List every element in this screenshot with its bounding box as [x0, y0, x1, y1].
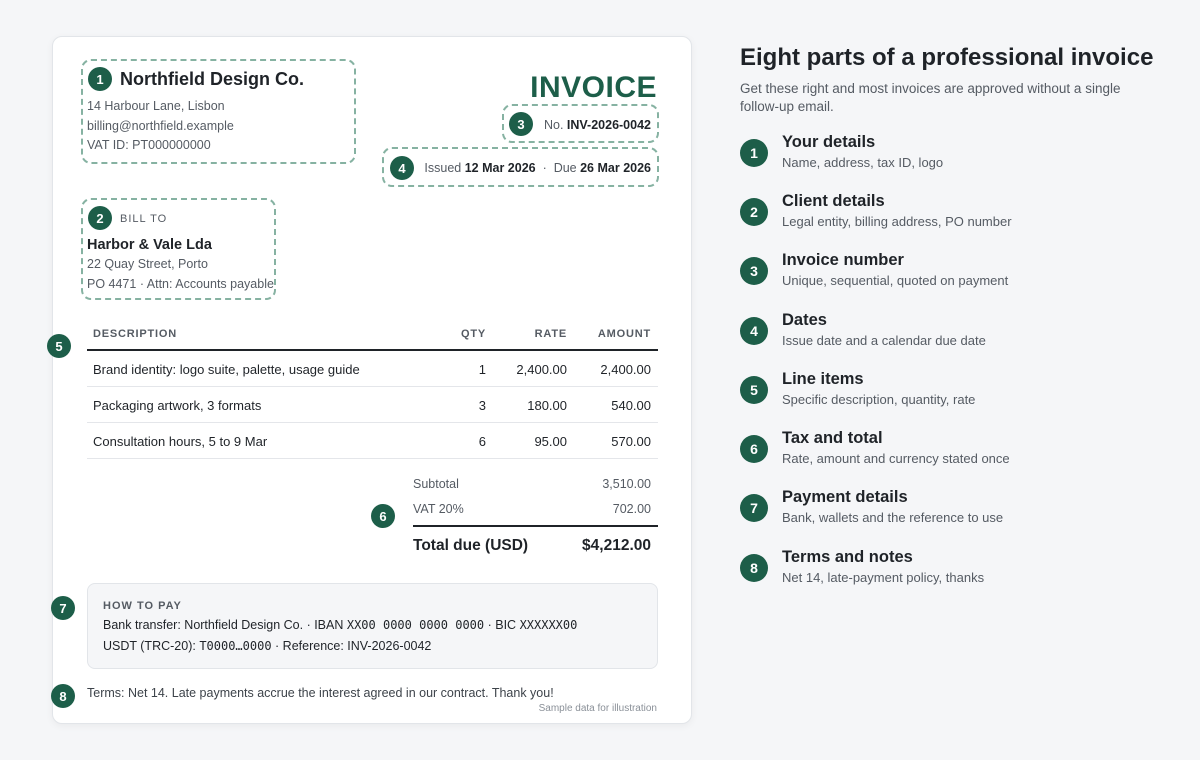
row-1-rate: 2,400.00 — [516, 362, 567, 377]
row-divider — [87, 386, 658, 387]
guide-item-desc: Issue date and a calendar due date — [782, 333, 986, 348]
guide-subtitle: Get these right and most invoices are ap… — [740, 81, 1121, 114]
sample-data-note: Sample data for illustration — [538, 703, 657, 714]
client-po: PO 4471 · Attn: Accounts payable — [87, 277, 274, 291]
callout-badge-6: 6 — [371, 504, 395, 528]
row-2-qty: 3 — [478, 398, 486, 413]
row-2-amount: 540.00 — [611, 398, 651, 413]
guide-badge: 7 — [740, 494, 768, 522]
col-header-qty: QTY — [460, 328, 486, 340]
guide-badge: 2 — [740, 198, 768, 226]
vat-label: VAT 20% — [413, 502, 464, 516]
col-header-amount: AMOUNT — [597, 328, 651, 340]
guide-item-title: Line items — [782, 370, 864, 388]
row-1-amount: 2,400.00 — [600, 362, 651, 377]
total-rule — [413, 525, 658, 527]
row-3-qty: 6 — [478, 434, 486, 449]
guide-badge: 4 — [740, 317, 768, 345]
row-2-rate: 180.00 — [527, 398, 567, 413]
guide-item-payment-details: 7 Payment details Bank, wallets and the … — [740, 488, 1160, 542]
invoice-number: No. INV-2026-0042 — [543, 118, 651, 132]
seller-address: 14 Harbour Lane, Lisbon — [87, 99, 225, 113]
invoice-title: INVOICE — [530, 71, 657, 104]
invoice-dates: Issued 12 Mar 2026 · Due 26 Mar 2026 — [424, 161, 651, 175]
row-3-amount: 570.00 — [611, 434, 651, 449]
row-divider — [87, 422, 658, 423]
row-1-description: Brand identity: logo suite, palette, usa… — [93, 362, 360, 377]
bank-transfer-line: Bank transfer: Northfield Design Co. · I… — [103, 618, 578, 632]
guide-item-title: Terms and notes — [782, 548, 913, 566]
seller-vat-id: VAT ID: PT000000000 — [87, 138, 211, 152]
client-name: Harbor & Vale Lda — [87, 237, 212, 253]
guide-badge: 8 — [740, 554, 768, 582]
seller-email: billing@northfield.example — [87, 119, 234, 133]
guide-item-title: Client details — [782, 192, 885, 210]
guide-item-your-details: 1 Your details Name, address, tax ID, lo… — [740, 133, 1160, 187]
col-header-description: DESCRIPTION — [93, 328, 177, 340]
seller-name: Northfield Design Co. — [120, 69, 304, 89]
callout-badge-7: 7 — [51, 596, 75, 620]
row-divider — [87, 458, 658, 459]
client-address: 22 Quay Street, Porto — [87, 257, 208, 271]
bill-to-label: BILL TO — [120, 213, 168, 225]
vat-value: 702.00 — [612, 502, 651, 516]
callout-badge-8: 8 — [51, 684, 75, 708]
guide-item-tax-and-total: 6 Tax and total Rate, amount and currenc… — [740, 429, 1160, 483]
table-header-rule — [87, 349, 658, 351]
guide-item-desc: Legal entity, billing address, PO number — [782, 214, 1012, 229]
callout-badge-3: 3 — [509, 112, 533, 136]
row-3-rate: 95.00 — [534, 434, 567, 449]
subtotal-value: 3,510.00 — [602, 477, 651, 491]
guide-item-invoice-number: 3 Invoice number Unique, sequential, quo… — [740, 251, 1160, 305]
total-value: $4,212.00 — [582, 537, 651, 554]
row-2-description: Packaging artwork, 3 formats — [93, 398, 262, 413]
guide-item-desc: Unique, sequential, quoted on payment — [782, 273, 1009, 288]
row-3-description: Consultation hours, 5 to 9 Mar — [93, 434, 268, 449]
guide-badge: 6 — [740, 435, 768, 463]
guide-title: Eight parts of a professional invoice — [740, 44, 1154, 71]
guide-item-dates: 4 Dates Issue date and a calendar due da… — [740, 311, 1160, 365]
guide-item-desc: Bank, wallets and the reference to use — [782, 510, 1004, 525]
callout-badge-2: 2 — [88, 206, 112, 230]
guide-badge: 3 — [740, 257, 768, 285]
callout-badge-5: 5 — [47, 334, 71, 358]
col-header-rate: RATE — [534, 328, 567, 340]
guide-item-desc: Name, address, tax ID, logo — [782, 155, 944, 170]
guide-badge: 5 — [740, 376, 768, 404]
guide-item-title: Tax and total — [782, 429, 883, 447]
callout-badge-4: 4 — [390, 156, 414, 180]
terms-note: Terms: Net 14. Late payments accrue the … — [87, 686, 554, 700]
guide-item-title: Payment details — [782, 488, 908, 506]
invoice-card: 1 Northfield Design Co. 14 Harbour Lane,… — [47, 36, 692, 724]
row-1-qty: 1 — [478, 362, 486, 377]
guide-item-line-items: 5 Line items Specific description, quant… — [740, 370, 1160, 424]
guide-item-title: Your details — [782, 133, 876, 151]
subtotal-label: Subtotal — [413, 477, 459, 491]
guide-badge: 1 — [740, 139, 768, 167]
usdt-line: USDT (TRC-20): T0000…0000 · Reference: I… — [103, 639, 432, 653]
guide-item-desc: Net 14, late-payment policy, thanks — [782, 570, 985, 585]
total-label: Total due (USD) — [413, 537, 529, 554]
guide-item-terms-and-notes: 8 Terms and notes Net 14, late-payment p… — [740, 548, 1160, 602]
guide-item-desc: Rate, amount and currency stated once — [782, 451, 1010, 466]
guide-item-desc: Specific description, quantity, rate — [782, 392, 976, 407]
callout-badge-1: 1 — [88, 67, 112, 91]
guide-item-title: Dates — [782, 311, 827, 329]
payment-details-box: HOW TO PAY Bank transfer: Northfield Des… — [87, 583, 658, 669]
payment-title: HOW TO PAY — [103, 600, 182, 612]
guide-item-title: Invoice number — [782, 251, 904, 269]
guide-item-client-details: 2 Client details Legal entity, billing a… — [740, 192, 1160, 246]
